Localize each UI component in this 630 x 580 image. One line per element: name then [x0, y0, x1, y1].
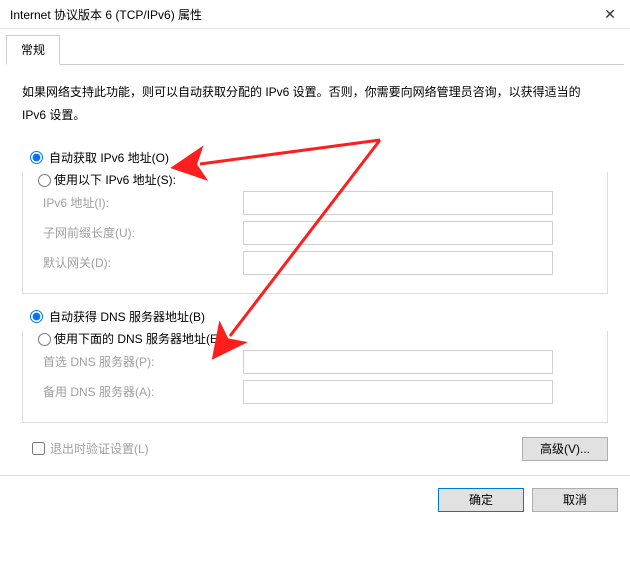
radio-ip-auto-label: 自动获取 IPv6 地址(O)	[49, 149, 169, 166]
radio-dns-auto-label: 自动获得 DNS 服务器地址(B)	[49, 308, 205, 325]
prefix-length-label: 子网前缀长度(U):	[37, 224, 243, 241]
radio-ip-auto-input[interactable]	[30, 151, 43, 164]
ip-manual-group: 使用以下 IPv6 地址(S): IPv6 地址(I): 子网前缀长度(U): …	[22, 172, 608, 294]
titlebar: Internet 协议版本 6 (TCP/IPv6) 属性 ✕	[0, 0, 630, 29]
dns-alt-label: 备用 DNS 服务器(A):	[37, 383, 243, 400]
prefix-length-input[interactable]	[243, 221, 553, 245]
validate-checkbox-label: 退出时验证设置(L)	[50, 440, 149, 457]
ok-button[interactable]: 确定	[438, 488, 524, 512]
advanced-button[interactable]: 高级(V)...	[522, 437, 608, 461]
ip-address-input[interactable]	[243, 191, 553, 215]
radio-ip-auto[interactable]: 自动获取 IPv6 地址(O)	[30, 149, 608, 166]
dns-pref-input[interactable]	[243, 350, 553, 374]
gateway-label: 默认网关(D):	[37, 254, 243, 271]
radio-dns-manual-label: 使用下面的 DNS 服务器地址(E):	[54, 330, 225, 347]
validate-checkbox-input[interactable]	[32, 442, 45, 455]
radio-ip-manual[interactable]: 使用以下 IPv6 地址(S):	[31, 171, 178, 188]
close-button[interactable]: ✕	[590, 0, 630, 28]
cancel-button[interactable]: 取消	[532, 488, 618, 512]
radio-ip-manual-input[interactable]	[38, 174, 51, 187]
dialog-body: 如果网络支持此功能，则可以自动获取分配的 IPv6 设置。否则，你需要向网络管理…	[0, 65, 630, 461]
radio-ip-manual-label: 使用以下 IPv6 地址(S):	[54, 171, 176, 188]
bottom-row: 退出时验证设置(L) 高级(V)...	[22, 437, 608, 461]
dns-alt-input[interactable]	[243, 380, 553, 404]
radio-dns-auto-input[interactable]	[30, 310, 43, 323]
description-text: 如果网络支持此功能，则可以自动获取分配的 IPv6 设置。否则，你需要向网络管理…	[22, 81, 608, 127]
gateway-input[interactable]	[243, 251, 553, 275]
dns-pref-label: 首选 DNS 服务器(P):	[37, 353, 243, 370]
dialog-footer: 确定 取消	[0, 475, 630, 524]
window-title: Internet 协议版本 6 (TCP/IPv6) 属性	[10, 6, 202, 23]
radio-dns-auto[interactable]: 自动获得 DNS 服务器地址(B)	[30, 308, 608, 325]
validate-checkbox[interactable]: 退出时验证设置(L)	[32, 440, 149, 457]
tab-strip: 常规	[6, 35, 624, 65]
close-icon: ✕	[604, 6, 616, 23]
tab-general[interactable]: 常规	[6, 35, 60, 65]
radio-dns-manual-input[interactable]	[38, 333, 51, 346]
dns-manual-group: 使用下面的 DNS 服务器地址(E): 首选 DNS 服务器(P): 备用 DN…	[22, 331, 608, 423]
radio-dns-manual[interactable]: 使用下面的 DNS 服务器地址(E):	[31, 330, 227, 347]
ip-address-label: IPv6 地址(I):	[37, 194, 243, 211]
